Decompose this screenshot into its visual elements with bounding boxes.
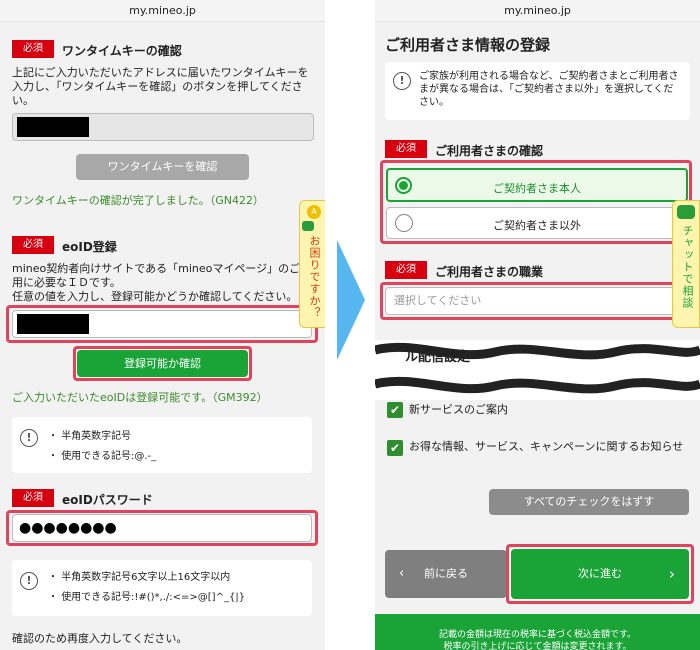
chat-tab-label: チャットで相談 bbox=[681, 225, 694, 309]
help-icon: A bbox=[307, 205, 321, 219]
occupation-select[interactable]: 選択してください ▼ bbox=[385, 287, 687, 315]
url-bar: my.mineo.jp bbox=[0, 0, 325, 22]
radio-label: ご契約者さま本人 bbox=[493, 182, 581, 195]
note-item: ・ 使用できる記号:@.-_ bbox=[48, 451, 157, 462]
masked-value bbox=[17, 314, 89, 334]
next-button[interactable]: 次に進む › bbox=[511, 549, 689, 599]
confirm-onetime-button[interactable]: ワンタイムキーを確認 bbox=[76, 154, 249, 180]
chat-icon bbox=[677, 205, 695, 219]
url-bar: my.mineo.jp bbox=[375, 0, 700, 22]
info-icon: ! bbox=[393, 72, 411, 90]
page-title: ご利用者さま情報の登録 bbox=[385, 36, 551, 54]
radio-label: ご契約者さま以外 bbox=[493, 219, 581, 232]
info-note: ! ご家族が利用される場合など、ご契約者さまとご利用者さまが異なる場合は、「ご契… bbox=[385, 62, 690, 120]
info-note-text: ご家族が利用される場合など、ご契約者さまとご利用者さまが異なる場合は、「ご契約者… bbox=[419, 71, 679, 108]
left-screen: my.mineo.jp 必須 ワンタイムキーの確認 上記にご入力いただいたアドレ… bbox=[0, 0, 325, 650]
onetime-title: ワンタイムキーの確認 bbox=[62, 44, 182, 58]
required-badge: 必須 bbox=[385, 140, 427, 158]
masked-value bbox=[17, 117, 89, 137]
onetime-description: 上記にご入力いただいたアドレスに届いたワンタイムキーを入力し、「ワンタイムキーを… bbox=[12, 66, 309, 107]
required-badge: 必須 bbox=[12, 40, 54, 58]
wave-divider bbox=[375, 342, 700, 394]
checkbox-label: 新サービスのご案内 bbox=[409, 403, 508, 416]
user-confirm-title: ご利用者さまの確認 bbox=[435, 144, 544, 158]
chat-icon bbox=[302, 221, 314, 231]
eoid-input[interactable] bbox=[12, 310, 312, 338]
chat-tab[interactable]: チャットで相談 bbox=[672, 200, 700, 328]
checkbox-label: お得な情報、サービス、キャンペーンに関するお知らせ bbox=[409, 440, 684, 453]
note-item: ・ 半角英数字記号 bbox=[48, 431, 132, 442]
checkbox-checked[interactable]: ✔ bbox=[387, 440, 403, 456]
footer-line: 税率の引き上げに応じて金額は変更されます。 bbox=[443, 642, 632, 650]
uncheck-all-button[interactable]: すべてのチェックをはずす bbox=[489, 489, 689, 515]
radio-option-self[interactable]: ご契約者さま本人 bbox=[386, 168, 688, 202]
info-icon: ! bbox=[20, 429, 38, 447]
note-item: ・ 使用できる記号:!#()*,./:<=>@[]^_{|} bbox=[48, 592, 246, 603]
required-badge: 必須 bbox=[385, 261, 427, 279]
password-title: eoIDパスワード bbox=[62, 493, 153, 507]
password-notes: ! ・ 半角英数字記号6文字以上16文字以内 ・ 使用できる記号:!#()*,.… bbox=[12, 560, 312, 616]
note-item: ・ 半角英数字記号6文字以上16文字以内 bbox=[48, 572, 231, 583]
right-screen: my.mineo.jp ご利用者さま情報の登録 ! ご家族が利用される場合など、… bbox=[375, 0, 700, 650]
radio-option-other[interactable]: ご契約者さま以外 bbox=[386, 207, 688, 239]
required-badge: 必須 bbox=[12, 489, 54, 507]
cutaway-area: ル配信設定 bbox=[375, 340, 700, 400]
help-tab[interactable]: A お困りですか？ bbox=[299, 200, 325, 328]
onetime-success-message: ワンタイムキーの確認が完了しました。（GN422） bbox=[12, 194, 265, 207]
check-eoid-button[interactable]: 登録可能か確認 bbox=[77, 350, 248, 377]
eoid-success-message: ご入力いただいたeoIDは登録可能です。（GM392） bbox=[12, 391, 268, 404]
required-badge: 必須 bbox=[12, 236, 54, 254]
eoid-title: eoID登録 bbox=[62, 240, 117, 254]
checkbox-checked[interactable]: ✔ bbox=[387, 402, 403, 418]
confirm-password-label: 確認のため再度入力してください。 bbox=[12, 632, 188, 645]
onetime-key-input[interactable] bbox=[12, 113, 314, 141]
occupation-title: ご利用者さまの職業 bbox=[435, 265, 544, 279]
arrow-right-icon bbox=[337, 240, 365, 360]
footer: 記載の金額は現在の税率に基づく税込金額です。 税率の引き上げに応じて金額は変更さ… bbox=[375, 614, 700, 650]
eoid-description: mineo契約者向けサイトである「mineoマイページ」のご利用に必要なＩＤです… bbox=[12, 262, 312, 303]
password-input[interactable]: ●●●●●●●● bbox=[12, 514, 312, 542]
back-button[interactable]: ‹ 前に戻る bbox=[385, 550, 507, 598]
help-tab-label: お困りですか？ bbox=[308, 235, 321, 319]
eoid-notes: ! ・ 半角英数字記号 ・ 使用できる記号:@.-_ bbox=[12, 417, 312, 473]
chevron-left-icon: ‹ bbox=[399, 566, 405, 581]
chevron-right-icon: › bbox=[669, 565, 675, 583]
info-icon: ! bbox=[20, 572, 38, 590]
select-placeholder: 選択してください bbox=[394, 294, 482, 307]
